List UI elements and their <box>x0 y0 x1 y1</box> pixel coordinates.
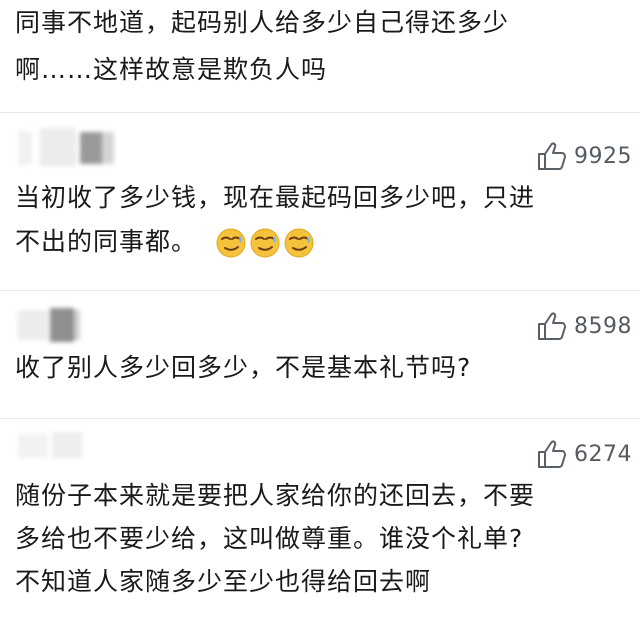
comment-text-line: 啊……这样故意是欺负人吗 <box>15 55 328 84</box>
avatar-blur-image <box>18 308 80 342</box>
comment-text-line: 不知道人家随多少至少也得给回去啊 <box>15 567 432 596</box>
comment-text-line: 不出的同事都。 <box>15 227 198 256</box>
comment-text-line: 当初收了多少钱，现在最起码回多少吧，只进 <box>15 183 536 212</box>
emoji-group <box>216 228 314 258</box>
comment-text-line: 多给也不要少给，这叫做尊重。谁没个礼单? <box>15 524 524 553</box>
avatar[interactable] <box>18 128 116 166</box>
like-count: 9925 <box>574 143 632 169</box>
separator <box>0 290 640 291</box>
like-button[interactable]: 8598 <box>536 310 632 342</box>
avatar-blur-image <box>18 432 82 458</box>
thumbs-up-icon <box>538 440 566 468</box>
avatar[interactable] <box>18 308 80 342</box>
like-count: 6274 <box>574 441 632 467</box>
comment-text-line: 随份子本来就是要把人家给你的还回去，不要 <box>15 481 536 510</box>
separator <box>0 112 640 113</box>
separator <box>0 418 640 419</box>
smirk-emoji <box>250 228 280 258</box>
like-button[interactable]: 9925 <box>536 140 632 172</box>
comment-text-line: 收了别人多少回多少，不是基本礼节吗? <box>15 353 472 382</box>
smirk-emoji <box>216 228 246 258</box>
thumbs-up-icon <box>538 312 566 340</box>
avatar-blur-image <box>18 128 114 166</box>
smirk-emoji <box>284 228 314 258</box>
avatar[interactable] <box>18 432 88 460</box>
like-count: 8598 <box>574 313 632 339</box>
comment-text-line: 同事不地道，起码别人给多少自己得还多少 <box>15 8 510 37</box>
like-button[interactable]: 6274 <box>536 438 632 470</box>
comment-text-last-line: 不出的同事都。 <box>15 224 314 260</box>
thumbs-up-icon <box>538 142 566 170</box>
